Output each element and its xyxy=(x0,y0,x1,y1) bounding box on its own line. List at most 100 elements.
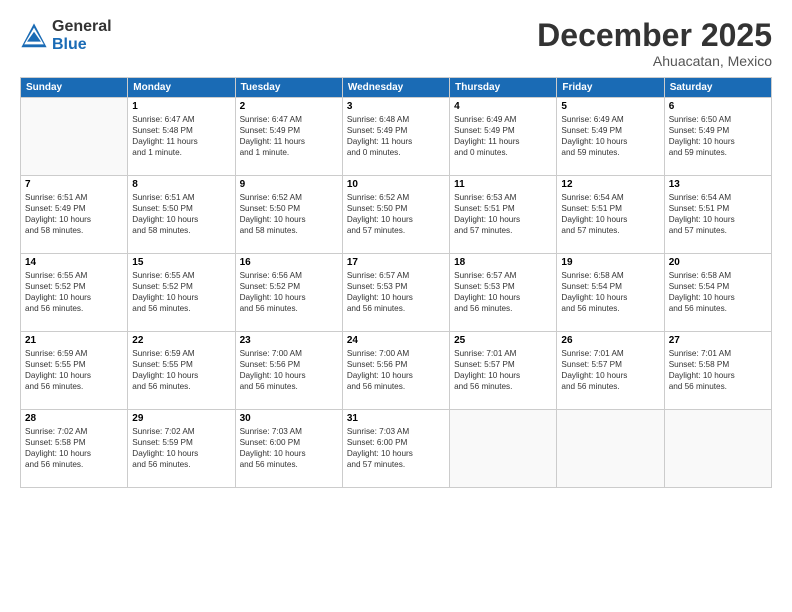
calendar-cell: 2 Sunrise: 6:47 AMSunset: 5:49 PMDaylight… xyxy=(235,98,342,176)
calendar-cell: 23 Sunrise: 7:00 AMSunset: 5:56 PMDayligh… xyxy=(235,332,342,410)
day-number: 8 xyxy=(132,179,230,190)
calendar-week-row: 28 Sunrise: 7:02 AMSunset: 5:58 PMDayligh… xyxy=(21,410,772,488)
calendar-cell: 22 Sunrise: 6:59 AMSunset: 5:55 PMDayligh… xyxy=(128,332,235,410)
calendar-cell xyxy=(664,410,771,488)
cell-info: Sunrise: 6:58 AMSunset: 5:54 PMDaylight:… xyxy=(561,270,659,314)
cell-info: Sunrise: 7:01 AMSunset: 5:57 PMDaylight:… xyxy=(454,348,552,392)
day-number: 3 xyxy=(347,101,445,112)
calendar-cell: 29 Sunrise: 7:02 AMSunset: 5:59 PMDayligh… xyxy=(128,410,235,488)
day-number: 1 xyxy=(132,101,230,112)
calendar-cell: 18 Sunrise: 6:57 AMSunset: 5:53 PMDayligh… xyxy=(450,254,557,332)
cell-info: Sunrise: 6:59 AMSunset: 5:55 PMDaylight:… xyxy=(25,348,123,392)
day-number: 2 xyxy=(240,101,338,112)
cell-info: Sunrise: 6:56 AMSunset: 5:52 PMDaylight:… xyxy=(240,270,338,314)
day-number: 15 xyxy=(132,257,230,268)
cell-info: Sunrise: 6:55 AMSunset: 5:52 PMDaylight:… xyxy=(132,270,230,314)
location: Ahuacatan, Mexico xyxy=(537,53,772,69)
cell-info: Sunrise: 6:49 AMSunset: 5:49 PMDaylight:… xyxy=(561,114,659,158)
calendar-cell: 20 Sunrise: 6:58 AMSunset: 5:54 PMDayligh… xyxy=(664,254,771,332)
day-number: 26 xyxy=(561,335,659,346)
calendar-cell: 26 Sunrise: 7:01 AMSunset: 5:57 PMDayligh… xyxy=(557,332,664,410)
calendar-cell: 28 Sunrise: 7:02 AMSunset: 5:58 PMDayligh… xyxy=(21,410,128,488)
day-number: 11 xyxy=(454,179,552,190)
cell-info: Sunrise: 6:58 AMSunset: 5:54 PMDaylight:… xyxy=(669,270,767,314)
header: General Blue December 2025 Ahuacatan, Me… xyxy=(20,18,772,69)
calendar-cell: 6Sunrise: 6:50 AMSunset: 5:49 PMDaylight… xyxy=(664,98,771,176)
logo-text: General Blue xyxy=(52,18,112,53)
calendar-cell xyxy=(557,410,664,488)
calendar-cell: 14 Sunrise: 6:55 AMSunset: 5:52 PMDayligh… xyxy=(21,254,128,332)
cell-info: Sunrise: 7:02 AMSunset: 5:58 PMDaylight:… xyxy=(25,426,123,470)
logo-general-text: General xyxy=(52,18,112,36)
day-number: 20 xyxy=(669,257,767,268)
cell-info: Sunrise: 7:02 AMSunset: 5:59 PMDaylight:… xyxy=(132,426,230,470)
cell-info: Sunrise: 6:51 AMSunset: 5:49 PMDaylight:… xyxy=(25,192,123,236)
day-number: 28 xyxy=(25,413,123,424)
calendar-cell: 8 Sunrise: 6:51 AMSunset: 5:50 PMDaylight… xyxy=(128,176,235,254)
calendar-week-row: 1 Sunrise: 6:47 AMSunset: 5:48 PMDaylight… xyxy=(21,98,772,176)
cell-info: Sunrise: 7:00 AMSunset: 5:56 PMDaylight:… xyxy=(347,348,445,392)
calendar-cell: 12Sunrise: 6:54 AMSunset: 5:51 PMDayligh… xyxy=(557,176,664,254)
calendar-cell: 7Sunrise: 6:51 AMSunset: 5:49 PMDaylight… xyxy=(21,176,128,254)
logo-blue-text: Blue xyxy=(52,36,112,54)
day-number: 27 xyxy=(669,335,767,346)
day-number: 18 xyxy=(454,257,552,268)
weekday-header: Friday xyxy=(557,78,664,98)
calendar-cell: 17Sunrise: 6:57 AMSunset: 5:53 PMDayligh… xyxy=(342,254,449,332)
calendar-cell: 19 Sunrise: 6:58 AMSunset: 5:54 PMDayligh… xyxy=(557,254,664,332)
title-block: December 2025 Ahuacatan, Mexico xyxy=(537,18,772,69)
day-number: 6 xyxy=(669,101,767,112)
cell-info: Sunrise: 7:03 AMSunset: 6:00 PMDaylight:… xyxy=(240,426,338,470)
cell-info: Sunrise: 6:48 AMSunset: 5:49 PMDaylight:… xyxy=(347,114,445,158)
cell-info: Sunrise: 6:47 AMSunset: 5:48 PMDaylight:… xyxy=(132,114,230,158)
calendar-week-row: 7Sunrise: 6:51 AMSunset: 5:49 PMDaylight… xyxy=(21,176,772,254)
cell-info: Sunrise: 7:03 AMSunset: 6:00 PMDaylight:… xyxy=(347,426,445,470)
cell-info: Sunrise: 7:00 AMSunset: 5:56 PMDaylight:… xyxy=(240,348,338,392)
logo-icon xyxy=(20,22,48,50)
calendar-cell xyxy=(21,98,128,176)
calendar-week-row: 14 Sunrise: 6:55 AMSunset: 5:52 PMDayligh… xyxy=(21,254,772,332)
day-number: 31 xyxy=(347,413,445,424)
logo: General Blue xyxy=(20,18,112,53)
calendar-week-row: 21Sunrise: 6:59 AMSunset: 5:55 PMDayligh… xyxy=(21,332,772,410)
cell-info: Sunrise: 6:57 AMSunset: 5:53 PMDaylight:… xyxy=(454,270,552,314)
weekday-header: Tuesday xyxy=(235,78,342,98)
day-number: 13 xyxy=(669,179,767,190)
calendar-cell xyxy=(450,410,557,488)
calendar-cell: 3 Sunrise: 6:48 AMSunset: 5:49 PMDaylight… xyxy=(342,98,449,176)
weekday-header: Sunday xyxy=(21,78,128,98)
calendar-cell: 11 Sunrise: 6:53 AMSunset: 5:51 PMDayligh… xyxy=(450,176,557,254)
calendar-cell: 25Sunrise: 7:01 AMSunset: 5:57 PMDayligh… xyxy=(450,332,557,410)
calendar-cell: 21Sunrise: 6:59 AMSunset: 5:55 PMDayligh… xyxy=(21,332,128,410)
weekday-header: Saturday xyxy=(664,78,771,98)
cell-info: Sunrise: 6:49 AMSunset: 5:49 PMDaylight:… xyxy=(454,114,552,158)
cell-info: Sunrise: 6:59 AMSunset: 5:55 PMDaylight:… xyxy=(132,348,230,392)
cell-info: Sunrise: 6:55 AMSunset: 5:52 PMDaylight:… xyxy=(25,270,123,314)
day-number: 19 xyxy=(561,257,659,268)
day-number: 23 xyxy=(240,335,338,346)
day-number: 16 xyxy=(240,257,338,268)
cell-info: Sunrise: 6:51 AMSunset: 5:50 PMDaylight:… xyxy=(132,192,230,236)
cell-info: Sunrise: 7:01 AMSunset: 5:58 PMDaylight:… xyxy=(669,348,767,392)
cell-info: Sunrise: 6:54 AMSunset: 5:51 PMDaylight:… xyxy=(669,192,767,236)
calendar-cell: 9 Sunrise: 6:52 AMSunset: 5:50 PMDaylight… xyxy=(235,176,342,254)
day-number: 12 xyxy=(561,179,659,190)
calendar-table: SundayMondayTuesdayWednesdayThursdayFrid… xyxy=(20,77,772,488)
day-number: 30 xyxy=(240,413,338,424)
cell-info: Sunrise: 7:01 AMSunset: 5:57 PMDaylight:… xyxy=(561,348,659,392)
day-number: 9 xyxy=(240,179,338,190)
cell-info: Sunrise: 6:47 AMSunset: 5:49 PMDaylight:… xyxy=(240,114,338,158)
page: General Blue December 2025 Ahuacatan, Me… xyxy=(0,0,792,612)
weekday-header: Monday xyxy=(128,78,235,98)
day-number: 29 xyxy=(132,413,230,424)
calendar-cell: 16 Sunrise: 6:56 AMSunset: 5:52 PMDayligh… xyxy=(235,254,342,332)
calendar-cell: 31 Sunrise: 7:03 AMSunset: 6:00 PMDayligh… xyxy=(342,410,449,488)
calendar-cell: 24 Sunrise: 7:00 AMSunset: 5:56 PMDayligh… xyxy=(342,332,449,410)
day-number: 22 xyxy=(132,335,230,346)
cell-info: Sunrise: 6:53 AMSunset: 5:51 PMDaylight:… xyxy=(454,192,552,236)
calendar-cell: 1 Sunrise: 6:47 AMSunset: 5:48 PMDaylight… xyxy=(128,98,235,176)
cell-info: Sunrise: 6:52 AMSunset: 5:50 PMDaylight:… xyxy=(240,192,338,236)
day-number: 14 xyxy=(25,257,123,268)
day-number: 24 xyxy=(347,335,445,346)
calendar-cell: 27 Sunrise: 7:01 AMSunset: 5:58 PMDayligh… xyxy=(664,332,771,410)
